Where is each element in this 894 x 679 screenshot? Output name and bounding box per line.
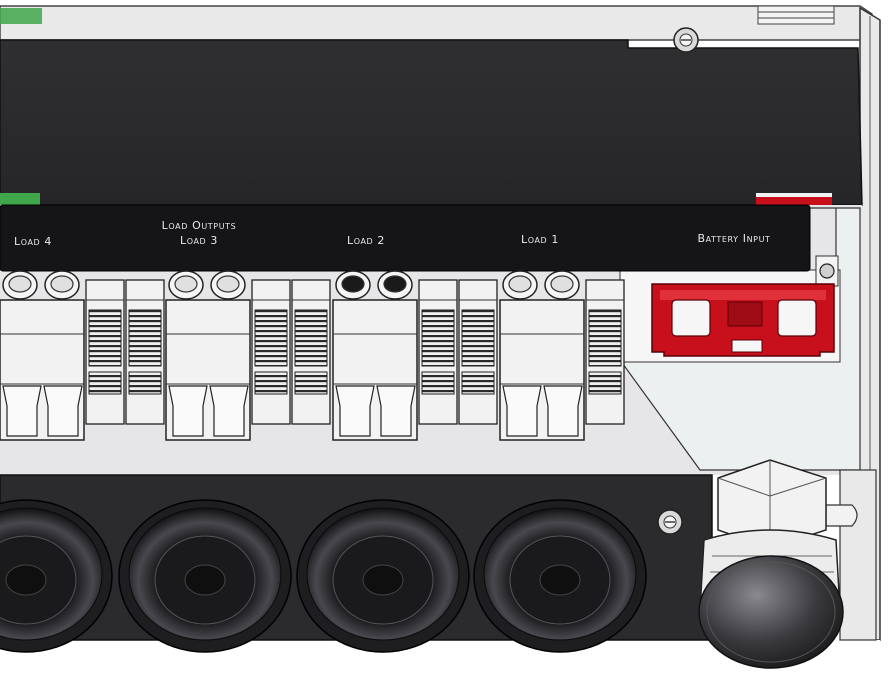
load-1-terminal (499, 270, 625, 441)
green-accent-strip (0, 193, 40, 205)
load-outputs-group-label: Load Outputs (162, 219, 237, 232)
grommet-icon (296, 499, 470, 653)
battery-connector (651, 283, 835, 357)
grommet-icon (118, 499, 292, 653)
load-1-label: Load 1 (521, 233, 559, 246)
housing-lid (0, 39, 863, 206)
load-4-label: Load 4 (14, 235, 52, 248)
screw-icon (657, 509, 683, 535)
load-3-label: Load 3 (180, 234, 218, 247)
top-clip (757, 5, 835, 25)
screw-icon (673, 27, 699, 53)
terminal-row (0, 270, 625, 441)
top-rail (0, 5, 873, 41)
cable-gland-icon (698, 459, 844, 669)
grommet-icon (473, 499, 647, 653)
screw-icon (815, 255, 839, 287)
label-band (0, 204, 811, 272)
load-2-label: Load 2 (347, 234, 385, 247)
device-drawing: Load Outputs Load 4 Load 3 Load 2 Load 1… (0, 0, 894, 679)
green-accent-top (0, 8, 42, 24)
battery-input-label: Battery Input (697, 232, 770, 245)
